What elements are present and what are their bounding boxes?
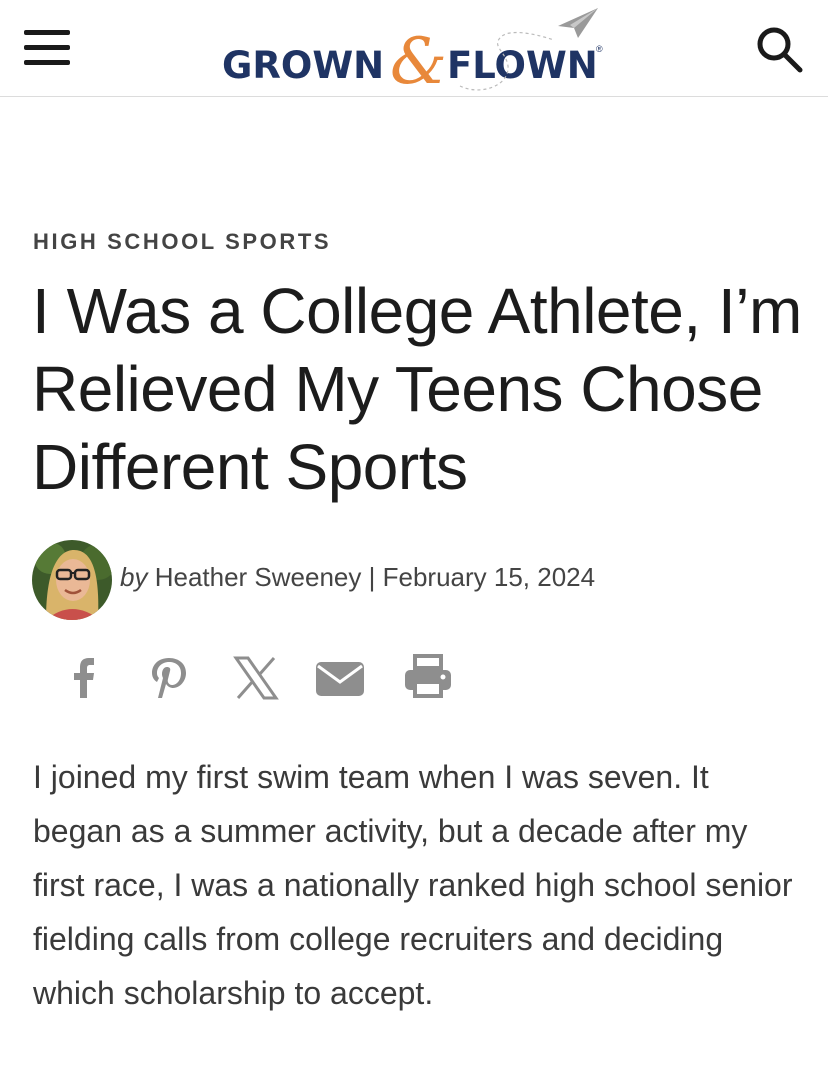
logo-ampersand: & <box>390 25 447 99</box>
article-body: I joined my first swim team when I was s… <box>33 759 793 1011</box>
category-link[interactable]: HIGH SCHOOL SPORTS <box>33 229 331 255</box>
site-logo[interactable]: GROWN & FLOWN ® <box>222 8 603 99</box>
menu-bar <box>24 45 70 50</box>
byline: by Heather Sweeney | February 15, 2024 <box>32 540 812 622</box>
author-avatar[interactable] <box>32 540 112 620</box>
publish-date: February 15, 2024 <box>382 562 596 592</box>
flight-path-dashes <box>459 31 555 91</box>
pinterest-icon[interactable] <box>142 650 198 706</box>
menu-bar <box>24 60 70 65</box>
x-icon[interactable] <box>228 650 284 706</box>
author-photo <box>32 540 112 620</box>
menu-bar <box>24 30 70 35</box>
facebook-icon[interactable] <box>56 650 112 706</box>
email-icon[interactable] <box>314 650 366 706</box>
hamburger-menu-icon[interactable] <box>24 28 72 68</box>
logo-word-grown: GROWN <box>222 44 385 87</box>
byline-separator: | <box>368 562 376 592</box>
byline-prefix: by <box>120 562 148 592</box>
byline-text: by Heather Sweeney | February 15, 2024 <box>120 562 595 593</box>
site-header: GROWN & FLOWN ® <box>0 0 828 97</box>
share-bar <box>56 650 476 710</box>
search-icon[interactable] <box>754 24 806 76</box>
print-icon[interactable] <box>402 650 454 706</box>
author-name[interactable]: Heather Sweeney <box>155 562 362 592</box>
article-title: I Was a College Athlete, I’m Relieved My… <box>32 275 802 503</box>
logo-registered-mark: ® <box>596 44 603 54</box>
